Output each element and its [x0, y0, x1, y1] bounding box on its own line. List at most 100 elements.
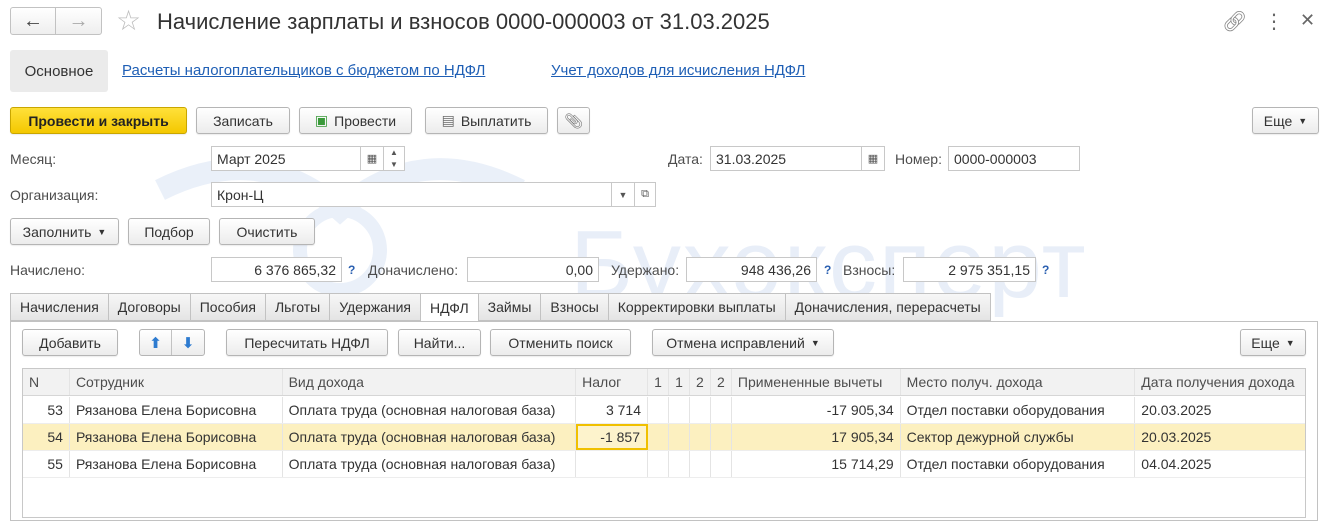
- move-buttons: ⬆︎ ⬇︎: [139, 329, 205, 356]
- tab-contracts[interactable]: Договоры: [107, 293, 190, 321]
- month-field[interactable]: Март 2025: [211, 146, 361, 171]
- recalculate-ndfl-button[interactable]: Пересчитать НДФЛ: [226, 329, 388, 356]
- organization-field[interactable]: Крон-Ц: [211, 182, 612, 207]
- cancel-search-button[interactable]: Отменить поиск: [490, 329, 631, 356]
- cell-employee: Рязанова Елена Борисовна: [70, 424, 283, 450]
- forward-arrow-icon[interactable]: →: [56, 8, 101, 34]
- cell-tax-active[interactable]: -1 857: [576, 424, 648, 450]
- column-header-income-type[interactable]: Вид дохода: [283, 369, 577, 395]
- post-label: Провести: [334, 112, 397, 129]
- accrued-help-icon[interactable]: ?: [348, 263, 355, 277]
- close-icon[interactable]: ✕: [1300, 10, 1315, 31]
- withheld-value: 948 436,26: [740, 261, 811, 278]
- withheld-label: Удержано:: [611, 262, 680, 278]
- find-button[interactable]: Найти...: [398, 329, 481, 356]
- stepper-down-icon[interactable]: ▼: [390, 159, 398, 170]
- cell-flag: [711, 451, 732, 477]
- save-button[interactable]: Записать: [196, 107, 290, 134]
- extra-accrued-field: 0,00: [467, 257, 599, 282]
- table-header: N Сотрудник Вид дохода Налог 1 1 2 2 При…: [23, 369, 1305, 396]
- date-calendar-button[interactable]: ▦: [861, 146, 885, 171]
- tab-recalculations[interactable]: Доначисления, перерасчеты: [784, 293, 991, 321]
- column-header-2b[interactable]: 2: [711, 369, 732, 395]
- date-field[interactable]: 31.03.2025: [710, 146, 862, 171]
- cancel-corrections-button[interactable]: Отмена исправлений ▼: [652, 329, 834, 356]
- post-button[interactable]: ▣ Провести: [299, 107, 412, 134]
- table-row[interactable]: 53 Рязанова Елена Борисовна Оплата труда…: [23, 397, 1305, 424]
- page-title: Начисление зарплаты и взносов 0000-00000…: [157, 9, 770, 34]
- cell-flag: [711, 424, 732, 450]
- column-header-n[interactable]: N: [23, 369, 70, 395]
- organization-dropdown-button[interactable]: ▼: [611, 182, 635, 207]
- column-header-deductions[interactable]: Примененные вычеты: [732, 369, 901, 395]
- dropdown-arrow-icon: ▼: [1298, 115, 1308, 126]
- dropdown-arrow-icon: ▼: [810, 337, 820, 348]
- accrued-field: 6 376 865,32: [211, 257, 342, 282]
- contributions-label: Взносы:: [843, 262, 896, 278]
- withheld-help-icon[interactable]: ?: [824, 263, 831, 277]
- tab-payment-corrections[interactable]: Корректировки выплаты: [607, 293, 785, 321]
- month-stepper[interactable]: ▲ ▼: [383, 146, 405, 171]
- cell-deductions: 17 905,34: [732, 424, 901, 450]
- section-link-income-accounting[interactable]: Учет доходов для исчисления НДФЛ: [551, 62, 805, 79]
- cell-income-place: Отдел поставки оборудования: [901, 451, 1136, 477]
- open-form-icon: ⧉: [641, 188, 649, 200]
- add-row-button[interactable]: Добавить: [22, 329, 118, 356]
- select-label: Подбор: [144, 223, 194, 240]
- organization-label: Организация:: [10, 187, 99, 203]
- month-label: Месяц:: [10, 151, 57, 167]
- column-header-1b[interactable]: 1: [669, 369, 690, 395]
- cell-flag: [690, 397, 711, 423]
- tab-ndfl[interactable]: НДФЛ: [420, 293, 478, 322]
- pay-label: Выплатить: [460, 112, 532, 129]
- add-row-label: Добавить: [39, 334, 101, 351]
- move-up-arrow-icon[interactable]: ⬆︎: [140, 330, 173, 355]
- recalculate-ndfl-label: Пересчитать НДФЛ: [244, 334, 370, 351]
- organization-open-button[interactable]: ⧉: [634, 182, 656, 207]
- cell-flag: [648, 451, 669, 477]
- select-button[interactable]: Подбор: [128, 218, 210, 245]
- column-header-1a[interactable]: 1: [648, 369, 669, 395]
- column-header-2a[interactable]: 2: [690, 369, 711, 395]
- cell-income-place: Отдел поставки оборудования: [901, 397, 1136, 423]
- table-row[interactable]: 55 Рязанова Елена Борисовна Оплата труда…: [23, 451, 1305, 478]
- document-tabs: Начисления Договоры Пособия Льготы Удерж…: [10, 293, 991, 322]
- tab-accruals[interactable]: Начисления: [10, 293, 108, 321]
- grid-more-button[interactable]: Еще ▼: [1240, 329, 1306, 356]
- cell-tax: [576, 451, 648, 477]
- attach-button[interactable]: 📎︎: [557, 107, 590, 134]
- tab-deductions[interactable]: Удержания: [329, 293, 421, 321]
- favorite-star-icon[interactable]: ☆: [116, 4, 141, 37]
- tab-contributions[interactable]: Взносы: [540, 293, 608, 321]
- stepper-up-icon[interactable]: ▲: [390, 147, 398, 159]
- column-header-tax[interactable]: Налог: [576, 369, 649, 395]
- calendar-icon: ▦: [366, 153, 378, 165]
- number-field[interactable]: 0000-000003: [948, 146, 1080, 171]
- back-arrow-icon[interactable]: ←: [11, 8, 57, 34]
- section-link-ndfl-settlements[interactable]: Расчеты налогоплательщиков с бюджетом по…: [122, 62, 485, 79]
- accrued-value: 6 376 865,32: [254, 261, 336, 278]
- tab-benefits[interactable]: Пособия: [189, 293, 265, 321]
- table-row-selected[interactable]: 54 Рязанова Елена Борисовна Оплата труда…: [23, 424, 1305, 451]
- link-icon[interactable]: 🔗︎: [1222, 9, 1247, 34]
- move-down-arrow-icon[interactable]: ⬇︎: [172, 330, 204, 355]
- tab-privileges[interactable]: Льготы: [264, 293, 330, 321]
- column-header-income-place[interactable]: Место получ. дохода: [901, 369, 1136, 395]
- clear-button[interactable]: Очистить: [219, 218, 315, 245]
- column-header-employee[interactable]: Сотрудник: [70, 369, 283, 395]
- pay-button[interactable]: ▤ Выплатить: [425, 107, 548, 134]
- fill-button[interactable]: Заполнить ▼: [10, 218, 119, 245]
- more-vertical-icon[interactable]: ⋮: [1264, 9, 1284, 34]
- section-tab-main[interactable]: Основное: [10, 50, 108, 92]
- extra-accrued-label: Доначислено:: [368, 262, 459, 278]
- cell-n: 55: [23, 451, 70, 477]
- cancel-corrections-label: Отмена исправлений: [666, 334, 805, 351]
- more-button[interactable]: Еще ▼: [1252, 107, 1319, 134]
- cell-flag: [648, 397, 669, 423]
- contributions-help-icon[interactable]: ?: [1042, 263, 1049, 277]
- column-header-income-date[interactable]: Дата получения дохода: [1135, 369, 1305, 395]
- post-and-close-button[interactable]: Провести и закрыть: [10, 107, 187, 134]
- date-value: 31.03.2025: [716, 150, 787, 167]
- tab-loans[interactable]: Займы: [477, 293, 541, 321]
- month-calendar-button[interactable]: ▦: [360, 146, 384, 171]
